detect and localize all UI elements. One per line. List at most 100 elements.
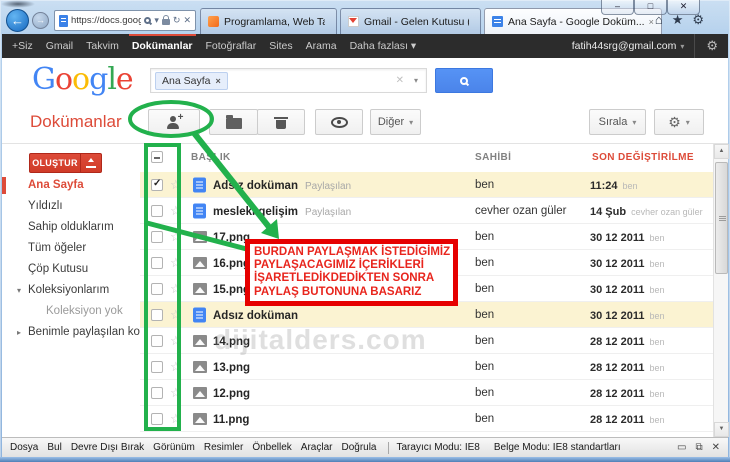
document-mode[interactable]: Belge Modu: IE8 standartları — [494, 442, 621, 453]
star-icon[interactable]: ☆ — [170, 385, 182, 401]
search-input[interactable]: Ana Sayfa × ✕ ▾ — [150, 68, 427, 93]
star-icon[interactable]: ☆ — [170, 281, 182, 297]
vertical-scrollbar[interactable]: ▲ ▼ — [713, 144, 729, 437]
column-modified[interactable]: SON DEĞİŞTİRİLME — [592, 152, 694, 163]
row-checkbox[interactable] — [151, 386, 163, 399]
doc-title[interactable]: Adsız doküman Paylaşılan — [213, 176, 351, 194]
forward-button[interactable]: → — [32, 12, 49, 29]
search-clear-icon[interactable]: ✕ — [396, 75, 404, 86]
share-button[interactable]: + — [148, 109, 200, 135]
star-icon[interactable]: ☆ — [170, 255, 182, 271]
select-all-checkbox[interactable] — [151, 151, 163, 163]
google-bar-link[interactable]: +Siz — [12, 34, 33, 58]
search-options-icon[interactable]: ▾ — [414, 76, 418, 85]
devbar-menu-item[interactable]: Bul — [47, 442, 61, 453]
sidebar-item[interactable]: Ana Sayfa — [2, 175, 140, 196]
expand-arrow-icon[interactable]: ▸ — [17, 322, 21, 343]
devbar-menu-item[interactable]: Araçlar — [301, 442, 333, 453]
minimize-button[interactable]: – — [601, 0, 634, 15]
window-close-button[interactable]: ✕ — [667, 0, 700, 15]
row-checkbox[interactable] — [151, 256, 163, 269]
devbar-pin-icon[interactable]: ▭ — [677, 442, 686, 453]
star-icon[interactable]: ☆ — [170, 177, 182, 193]
star-icon[interactable]: ☆ — [170, 333, 182, 349]
options-gear-icon[interactable]: ⚙ — [694, 34, 718, 58]
doc-title[interactable]: 11.png — [213, 410, 256, 428]
stop-icon[interactable]: ✕ — [183, 15, 191, 26]
table-row[interactable]: ☆ 13.png ben 28 12 2011 ben — [140, 354, 713, 380]
delete-button[interactable] — [257, 109, 305, 135]
search-chip[interactable]: Ana Sayfa × — [155, 71, 228, 90]
scrollbar-thumb[interactable] — [715, 162, 728, 274]
row-checkbox[interactable] — [151, 412, 163, 425]
move-to-folder-button[interactable] — [209, 109, 258, 135]
row-checkbox[interactable] — [151, 334, 163, 347]
google-bar-link[interactable]: Daha fazlası ▾ — [350, 34, 417, 58]
table-row[interactable]: ☆ 12.png ben 28 12 2011 ben — [140, 380, 713, 406]
table-row[interactable]: ☆ mesleki gelişim Paylaşılan cevher ozan … — [140, 198, 713, 224]
column-title[interactable]: BAŞLIK — [191, 152, 231, 163]
more-actions-button[interactable]: Diğer ▾ — [370, 109, 421, 135]
doc-title[interactable]: 12.png — [213, 384, 257, 402]
column-owner[interactable]: SAHİBİ — [475, 152, 511, 163]
address-dropdown-icon[interactable]: ▾ — [154, 15, 159, 26]
browser-tab[interactable]: Gmail - Gelen Kutusu (5) - fati... — [340, 8, 481, 34]
table-row[interactable]: ☆ 11.png ben 28 12 2011 ben — [140, 406, 713, 432]
google-bar-link[interactable]: Gmail — [46, 34, 73, 58]
star-icon[interactable]: ☆ — [170, 411, 182, 427]
upload-button[interactable] — [80, 154, 101, 172]
scroll-down-icon[interactable]: ▼ — [714, 422, 729, 437]
google-bar-link[interactable]: Sites — [269, 34, 292, 58]
sidebar-item[interactable]: ▾ Koleksiyonlarım — [2, 280, 140, 301]
doc-title[interactable]: 13.png — [213, 358, 257, 376]
google-bar-link[interactable]: Fotoğraflar — [206, 34, 257, 58]
browser-mode[interactable]: Tarayıcı Modu: IE8 — [397, 442, 480, 453]
address-bar[interactable]: https://docs.google.com/?tab= ▾ ↻ ✕ — [54, 10, 196, 31]
scroll-up-icon[interactable]: ▲ — [714, 144, 729, 159]
devbar-menu-item[interactable]: Resimler — [204, 442, 243, 453]
google-bar-link[interactable]: Arama — [306, 34, 337, 58]
row-checkbox[interactable] — [151, 282, 163, 295]
sidebar-item[interactable]: Tüm öğeler — [2, 238, 140, 259]
address-search-icon[interactable] — [144, 17, 152, 24]
devbar-menu-item[interactable]: Doğrula — [341, 442, 376, 453]
account-email[interactable]: fatih44srg@gmail.com — [572, 40, 677, 52]
doc-title[interactable]: Adsız doküman — [213, 306, 305, 324]
devbar-restore-icon[interactable]: ⧉ — [695, 442, 702, 453]
sidebar-item[interactable]: Sahip olduklarım — [2, 217, 140, 238]
sidebar-item[interactable]: Çöp Kutusu — [2, 259, 140, 280]
tab-close-icon[interactable]: × — [649, 17, 654, 27]
expand-arrow-icon[interactable]: ▾ — [17, 280, 21, 301]
row-checkbox[interactable] — [151, 308, 163, 321]
search-button[interactable] — [435, 68, 493, 93]
devbar-menu-item[interactable]: Önbellek — [252, 442, 291, 453]
star-icon[interactable]: ☆ — [170, 307, 182, 323]
account-dropdown-icon[interactable]: ▾ — [680, 42, 684, 51]
table-row[interactable]: ☆ Adsız doküman Paylaşılan ben 11:24 ben — [140, 172, 713, 198]
devbar-menu-item[interactable]: Görünüm — [153, 442, 195, 453]
row-checkbox[interactable] — [151, 230, 163, 243]
row-checkbox[interactable] — [151, 360, 163, 373]
devbar-menu-item[interactable]: Dosya — [10, 442, 38, 453]
star-icon[interactable]: ☆ — [170, 203, 182, 219]
row-checkbox[interactable] — [151, 178, 163, 191]
back-button[interactable]: ← — [6, 9, 29, 32]
maximize-button[interactable]: □ — [634, 0, 667, 15]
url-text[interactable]: https://docs.google.com/?tab= — [71, 15, 141, 26]
chip-remove-icon[interactable]: × — [215, 76, 220, 86]
sidebar-item[interactable]: Yıldızlı — [2, 196, 140, 217]
sidebar-item[interactable]: Koleksiyon yok — [2, 301, 140, 322]
sidebar-item[interactable]: ▸ Benimle paylaşılan koleksiy — [2, 322, 140, 343]
sort-button[interactable]: Sırala ▾ — [589, 109, 646, 135]
browser-tab[interactable]: Programlama, Web Tasarım, Bi... — [200, 8, 337, 34]
devbar-menu-item[interactable]: Devre Dışı Bırak — [71, 442, 144, 453]
devbar-close-icon[interactable]: ✕ — [712, 442, 720, 453]
star-icon[interactable]: ☆ — [170, 359, 182, 375]
google-bar-link[interactable]: Dokümanlar — [128, 34, 196, 58]
doc-title[interactable]: mesleki gelişim Paylaşılan — [213, 202, 351, 220]
preview-button[interactable] — [315, 109, 363, 135]
google-bar-link[interactable]: Takvim — [86, 34, 119, 58]
star-icon[interactable]: ☆ — [170, 229, 182, 245]
refresh-icon[interactable]: ↻ — [173, 15, 181, 26]
row-checkbox[interactable] — [151, 204, 163, 217]
